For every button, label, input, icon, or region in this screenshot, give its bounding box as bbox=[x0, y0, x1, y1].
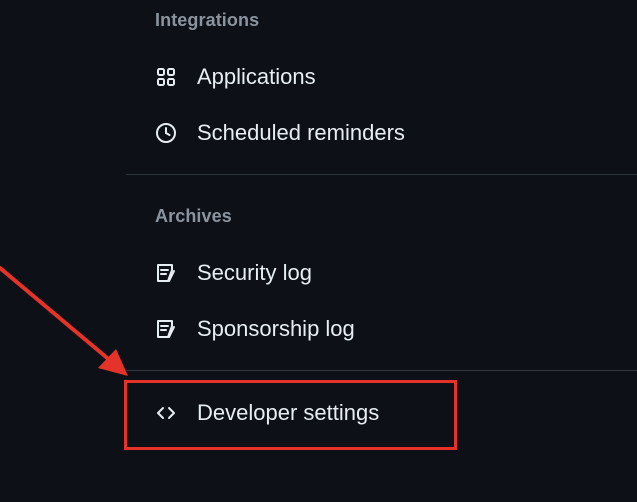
sidebar-item-label: Security log bbox=[197, 260, 312, 285]
sidebar-item-label: Sponsorship log bbox=[197, 316, 355, 341]
sidebar-item-label: Scheduled reminders bbox=[197, 120, 405, 145]
archives-heading: Archives bbox=[155, 206, 232, 226]
log-icon bbox=[155, 318, 177, 340]
section-divider bbox=[126, 370, 637, 371]
log-icon bbox=[155, 262, 177, 284]
apps-icon bbox=[155, 66, 177, 88]
integrations-heading: Integrations bbox=[155, 10, 260, 30]
annotation-highlight-box bbox=[124, 380, 457, 450]
section-divider bbox=[126, 174, 637, 175]
sidebar-item-applications[interactable]: Applications bbox=[155, 57, 316, 97]
sidebar-item-sponsorship-log[interactable]: Sponsorship log bbox=[155, 309, 355, 349]
clock-icon bbox=[155, 122, 177, 144]
settings-sidebar: Integrations Applications Scheduled remi… bbox=[0, 0, 637, 502]
sidebar-item-security-log[interactable]: Security log bbox=[155, 253, 312, 293]
sidebar-item-scheduled-reminders[interactable]: Scheduled reminders bbox=[155, 113, 405, 153]
sidebar-item-label: Applications bbox=[197, 64, 316, 89]
